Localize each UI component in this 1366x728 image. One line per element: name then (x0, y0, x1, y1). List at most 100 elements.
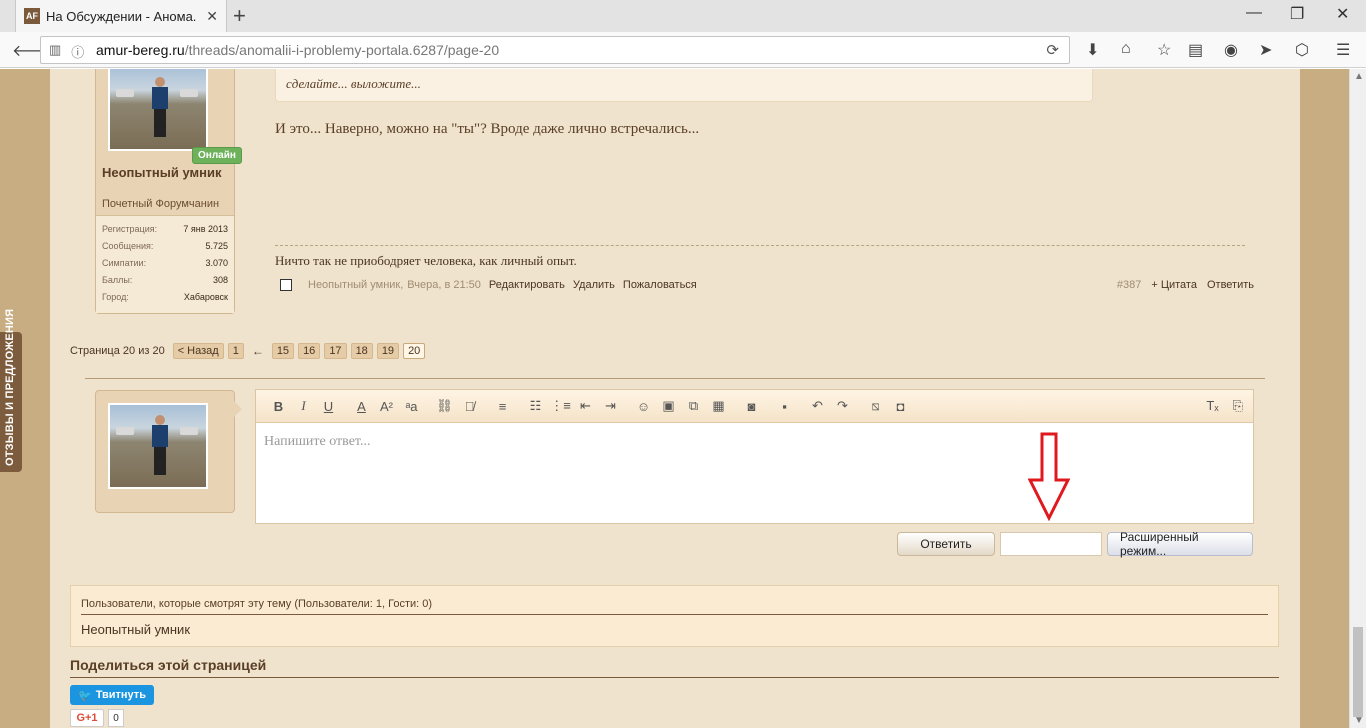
font-family-icon[interactable]: ᵃa (399, 399, 424, 414)
underline-icon[interactable]: U (316, 399, 341, 414)
avatar[interactable] (108, 69, 208, 151)
numbered-list-icon[interactable]: ⋮≡ (548, 398, 573, 414)
advanced-mode-button[interactable]: Расширенный режим... (1107, 530, 1253, 558)
post-select-checkbox[interactable] (280, 279, 292, 291)
reader-icon[interactable]: ▤ (1188, 40, 1203, 60)
red-arrow-annotation (1028, 432, 1070, 522)
avatar (108, 403, 208, 489)
reply-link[interactable]: Ответить (1207, 279, 1254, 291)
text-color-icon[interactable]: A (349, 399, 374, 414)
toggle-bbcode-icon[interactable]: ⎘ (1233, 398, 1243, 414)
reply-input[interactable]: Напишите ответ... (264, 434, 370, 450)
page-link[interactable]: 19 (376, 343, 400, 359)
signature-divider (275, 245, 1245, 246)
viewers-list[interactable]: Неопытный умник (81, 622, 190, 637)
smilie-icon[interactable]: ☺ (631, 399, 656, 414)
info-icon[interactable]: ⓘ (71, 42, 84, 61)
library-icon[interactable]: ▥ (49, 42, 61, 61)
browser-tab[interactable]: AF На Обсуждении - Анома... ✕ (15, 0, 227, 32)
scroll-thumb[interactable] (1353, 627, 1363, 717)
indent-icon[interactable]: ⇥ (598, 398, 623, 414)
fullscreen-icon[interactable]: ⧅ (863, 398, 888, 414)
outdent-icon[interactable]: ⇤ (573, 398, 598, 414)
align-icon[interactable]: ≡ (490, 399, 515, 414)
reload-icon[interactable]: ⟳ (1046, 41, 1059, 59)
tweet-label: Твитнуть (95, 689, 146, 701)
screenshot-icon[interactable]: ◘ (888, 399, 913, 414)
prev-page-button[interactable]: < Назад (172, 343, 224, 359)
gplus-share: G+1 0 (70, 709, 124, 727)
page-link[interactable]: 16 (298, 343, 321, 359)
empty-field[interactable] (1000, 532, 1102, 556)
home-icon[interactable]: ⌂ (1121, 40, 1131, 58)
url-host: amur-bereg.ru (96, 42, 185, 58)
url-path: /threads/anomalii-i-problemy-portala.628… (184, 42, 500, 58)
extension-icon[interactable]: ⬡ (1295, 40, 1309, 60)
url-bar[interactable]: ▥ ⓘ amur-bereg.ru/threads/anomalii-i-pro… (40, 36, 1070, 64)
edit-link[interactable]: Редактировать (489, 279, 565, 291)
pagination: Страница 20 из 20 < Назад 1 ← 15 16 17 1… (70, 343, 426, 359)
code-icon[interactable]: ▦ (706, 398, 731, 414)
new-tab-icon[interactable]: + (233, 3, 246, 29)
stat-row: Симпатии: 3.070 (102, 257, 228, 268)
delete-link[interactable]: Удалить (573, 279, 615, 291)
bold-icon[interactable]: B (266, 399, 291, 414)
username[interactable]: Неопытный умник (102, 165, 227, 180)
image-icon[interactable]: ▣ (656, 398, 681, 414)
close-window-icon[interactable]: ✕ (1336, 4, 1349, 24)
save-draft-icon[interactable]: ▪ (772, 399, 797, 414)
online-badge: Онлайн (192, 147, 242, 164)
quote-block: сделайте... выложите... (275, 69, 1093, 102)
remove-format-icon[interactable]: Tₓ (1206, 398, 1218, 414)
feedback-tab-label: ОТЗЫВЫ И ПРЕДЛОЖЕНИЯ (4, 308, 16, 466)
quote-link[interactable]: + Цитата (1151, 279, 1197, 291)
current-page: 20 (403, 343, 426, 359)
page-scrollbar[interactable]: ▲ ▼ (1349, 69, 1366, 728)
minimize-icon[interactable]: — (1246, 4, 1262, 22)
signature: Ничто так не приободряет человека, как л… (275, 253, 577, 268)
camera-icon[interactable]: ◙ (739, 399, 764, 414)
post-number[interactable]: #387 (1117, 279, 1141, 291)
browser-tabbar: AF На Обсуждении - Анома... ✕ + — ❐ ✕ (0, 0, 1366, 32)
download-icon[interactable]: ⬇ (1086, 40, 1099, 60)
scroll-down-icon[interactable]: ▼ (1354, 715, 1364, 726)
undo-icon[interactable]: ↶ (805, 398, 830, 414)
pocket-icon[interactable]: ◉ (1224, 40, 1238, 60)
feedback-tab[interactable]: ОТЗЫВЫ И ПРЕДЛОЖЕНИЯ (0, 309, 22, 472)
unlink-icon[interactable]: ⛓̸ (457, 399, 482, 414)
post-body: И это... Наверно, можно на "ты"? Вроде д… (275, 121, 700, 137)
reply-avatar-panel (95, 390, 242, 513)
link-icon[interactable]: ⛓ (432, 398, 457, 414)
italic-icon[interactable]: I (291, 398, 316, 414)
gplus-button[interactable]: G+1 (70, 709, 104, 727)
scroll-up-icon[interactable]: ▲ (1354, 71, 1364, 82)
restore-icon[interactable]: ❐ (1290, 4, 1304, 24)
media-icon[interactable]: ⧉ (681, 398, 706, 414)
page-link[interactable]: 1 (227, 343, 244, 359)
page-jump-arrow[interactable]: ← (252, 344, 264, 358)
reply-editor[interactable]: B I U A A² ᵃa ⛓ ⛓̸ ≡ ☷ ⋮≡ ⇤ ⇥ ☺ ▣ ⧉ ▦ ◙ … (255, 389, 1254, 524)
tab-title: На Обсуждении - Анома... (46, 8, 196, 24)
user-info-panel: Онлайн Неопытный умник Почетный Форумчан… (95, 69, 242, 314)
send-icon[interactable]: ➤ (1259, 40, 1272, 60)
site-favicon-icon: AF (24, 8, 40, 24)
font-size-icon[interactable]: A² (374, 399, 399, 414)
page-link[interactable]: 15 (271, 343, 295, 359)
user-title: Почетный Форумчанин (102, 198, 220, 210)
post-date[interactable]: Вчера, в 21:50 (407, 279, 481, 291)
page-link[interactable]: 18 (350, 343, 373, 359)
menu-icon[interactable]: ☰ (1336, 40, 1350, 60)
editor-toolbar: B I U A A² ᵃa ⛓ ⛓̸ ≡ ☷ ⋮≡ ⇤ ⇥ ☺ ▣ ⧉ ▦ ◙ … (256, 390, 1253, 423)
bookmark-star-icon[interactable]: ☆ (1157, 40, 1171, 60)
redo-icon[interactable]: ↷ (830, 398, 855, 414)
post-author[interactable]: Неопытный умник, (308, 279, 403, 291)
stat-row: Сообщения: 5.725 (102, 240, 228, 251)
stat-row: Регистрация: 7 янв 2013 (102, 223, 228, 234)
page-link[interactable]: 17 (324, 343, 347, 359)
report-link[interactable]: Пожаловаться (623, 279, 697, 291)
bullet-list-icon[interactable]: ☷ (523, 398, 548, 414)
close-tab-icon[interactable]: ✕ (206, 8, 218, 25)
viewers-heading: Пользователи, которые смотрят эту тему (… (81, 598, 433, 610)
reply-submit-button[interactable]: Ответить (897, 532, 995, 556)
tweet-button[interactable]: 🐦 Твитнуть (70, 685, 154, 705)
